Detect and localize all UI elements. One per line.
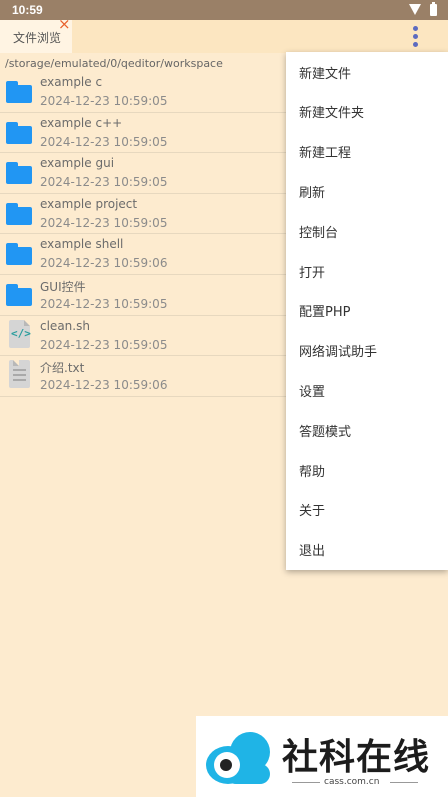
code-file-icon: </>: [9, 319, 31, 348]
status-time: 10:59: [12, 3, 43, 17]
divider: [292, 782, 320, 783]
menu-item-new-folder[interactable]: 新建文件夹: [286, 92, 448, 132]
folder-icon: [6, 81, 32, 103]
file-name: example c++: [40, 115, 123, 130]
watermark-url: cass.com.cn: [324, 777, 380, 787]
file-name: example c: [40, 75, 103, 89]
file-date: 2024-12-23 10:59:06: [40, 378, 168, 393]
file-name: example shell: [40, 237, 124, 252]
menu-item-exit[interactable]: 退出: [286, 530, 448, 570]
folder-icon: [6, 243, 32, 266]
menu-item-new-file[interactable]: 新建文件: [286, 52, 448, 92]
dot: [413, 34, 418, 39]
menu-item-help[interactable]: 帮助: [286, 450, 448, 490]
menu-item-refresh[interactable]: 刷新: [286, 172, 448, 212]
watermark-text: 社科在线: [282, 737, 431, 778]
file-name: example project: [40, 196, 138, 211]
file-date: 2024-12-23 10:59:05: [40, 296, 168, 311]
file-date: 2024-12-23 10:59:05: [40, 134, 168, 149]
close-icon[interactable]: ×: [58, 17, 71, 32]
file-date: 2024-12-23 10:59:05: [40, 94, 168, 108]
file-date: 2024-12-23 10:59:05: [40, 337, 168, 352]
file-name: example gui: [40, 156, 115, 171]
menu-item-configure-php[interactable]: 配置PHP: [286, 291, 448, 331]
watermark: 社科在线 cass.com.cn: [196, 716, 448, 797]
file-name: clean.sh: [40, 318, 90, 333]
wifi-icon: [409, 4, 421, 15]
menu-item-quiz-mode[interactable]: 答题模式: [286, 410, 448, 450]
menu-item-network-debug[interactable]: 网络调试助手: [286, 331, 448, 371]
overflow-menu: 新建文件 新建文件夹 新建工程 刷新 控制台 打开 配置PHP 网络调试助手 设…: [286, 52, 448, 570]
folder-icon: [6, 162, 32, 185]
file-date: 2024-12-23 10:59:06: [40, 256, 168, 271]
cloud-logo-icon: [204, 728, 272, 786]
divider: [390, 782, 418, 783]
folder-icon: [6, 202, 32, 225]
menu-item-about[interactable]: 关于: [286, 490, 448, 530]
menu-item-open[interactable]: 打开: [286, 251, 448, 291]
top-bar: 文件浏览 ×: [0, 17, 448, 53]
menu-item-new-project[interactable]: 新建工程: [286, 132, 448, 172]
text-file-icon: [9, 360, 30, 389]
file-date: 2024-12-23 10:59:05: [40, 215, 168, 230]
dot: [413, 26, 418, 31]
dot: [413, 42, 418, 47]
file-date: 2024-12-23 10:59:05: [40, 175, 168, 190]
tab-file-browser[interactable]: 文件浏览 ×: [0, 17, 72, 53]
file-name: GUI控件: [40, 279, 86, 294]
menu-item-settings[interactable]: 设置: [286, 371, 448, 411]
battery-icon: [430, 2, 437, 16]
folder-icon: [6, 121, 32, 144]
tab-label: 文件浏览: [13, 31, 62, 45]
menu-item-console[interactable]: 控制台: [286, 211, 448, 251]
current-path: /storage/emulated/0/qeditor/workspace: [5, 57, 223, 70]
more-vert-icon[interactable]: [405, 22, 425, 52]
folder-icon: [6, 283, 32, 306]
file-name: 介绍.txt: [40, 361, 85, 376]
